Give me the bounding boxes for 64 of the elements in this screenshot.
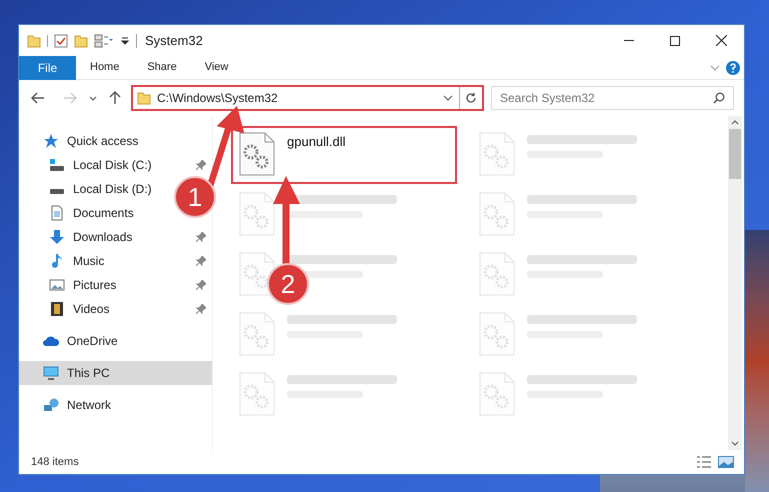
sidebar-item[interactable]: Videos — [19, 297, 212, 321]
network-icon — [43, 397, 59, 413]
address-path: C:\Windows\System32 — [157, 90, 278, 107]
sidebar-item[interactable]: Downloads — [19, 225, 212, 249]
gear-file-icon — [479, 312, 515, 356]
sidebar-item[interactable]: OneDrive — [19, 329, 212, 353]
gear-file-icon — [239, 192, 275, 236]
film-icon — [49, 301, 65, 317]
item-count: 148 items — [31, 454, 79, 470]
pin-icon[interactable] — [196, 160, 206, 170]
sidebar-item[interactable]: Local Disk (C:) — [19, 153, 212, 177]
address-bar[interactable]: C:\Windows\System32 — [131, 85, 484, 111]
gear-file-icon — [479, 192, 515, 236]
folder-icon[interactable] — [27, 34, 41, 48]
up-arrow-icon[interactable] — [109, 91, 121, 105]
sidebar-item[interactable]: This PC — [19, 361, 212, 385]
back-arrow-icon[interactable] — [31, 92, 45, 104]
gear-file-icon — [239, 132, 275, 176]
sidebar-item[interactable]: Music — [19, 249, 212, 273]
star-icon — [43, 133, 59, 149]
search-field[interactable]: Search System32 — [491, 86, 734, 110]
dropdown-icon[interactable] — [120, 36, 130, 46]
checklist-icon[interactable] — [54, 34, 68, 48]
picture-icon — [49, 277, 65, 293]
gear-file-icon — [239, 372, 275, 416]
monitor-icon — [43, 365, 59, 381]
help-icon[interactable] — [726, 60, 740, 74]
file-tab[interactable]: File — [19, 56, 76, 80]
document-icon — [49, 205, 65, 221]
pin-icon[interactable] — [196, 304, 206, 314]
sidebar-item[interactable]: Local Disk (D:) — [19, 177, 158, 201]
sidebar-item[interactable]: Quick access — [19, 129, 212, 153]
gear-file-icon — [479, 372, 515, 416]
scrollbar-thumb[interactable] — [729, 129, 741, 179]
ribbon-tab[interactable]: View — [190, 56, 242, 80]
ribbon-tab[interactable]: Home — [76, 56, 134, 80]
pin-icon[interactable] — [196, 256, 206, 266]
chevron-down-icon[interactable] — [89, 96, 97, 100]
details-view-icon[interactable] — [696, 456, 712, 468]
sidebar-item[interactable]: Pictures — [19, 273, 212, 297]
pin-icon[interactable] — [196, 232, 206, 242]
sidebar-item[interactable]: Documents — [19, 201, 140, 225]
properties-icon[interactable] — [94, 34, 114, 48]
gear-file-icon — [479, 252, 515, 296]
pin-icon[interactable] — [196, 280, 206, 290]
download-arrow-icon — [49, 229, 65, 245]
file-item[interactable]: gpunull.dll — [231, 126, 457, 184]
chevron-down-icon[interactable] — [731, 441, 739, 446]
large-icons-view-icon[interactable] — [718, 456, 734, 468]
folder-icon — [137, 91, 151, 105]
ribbon-tab[interactable]: Share — [133, 56, 191, 80]
chevron-down-icon[interactable] — [443, 95, 453, 101]
sidebar-item[interactable]: Network — [19, 393, 212, 417]
drive-icon — [49, 189, 65, 195]
gear-file-icon — [479, 132, 515, 176]
close-icon — [716, 35, 726, 46]
drive-icon — [49, 158, 65, 172]
window-title: System32 — [145, 32, 203, 50]
refresh-icon[interactable] — [465, 92, 477, 104]
search-icon[interactable] — [713, 92, 725, 104]
chevron-up-icon[interactable] — [731, 120, 739, 125]
gear-file-icon — [239, 312, 275, 356]
scrollbar[interactable] — [728, 116, 742, 450]
folder-icon[interactable] — [74, 34, 88, 48]
